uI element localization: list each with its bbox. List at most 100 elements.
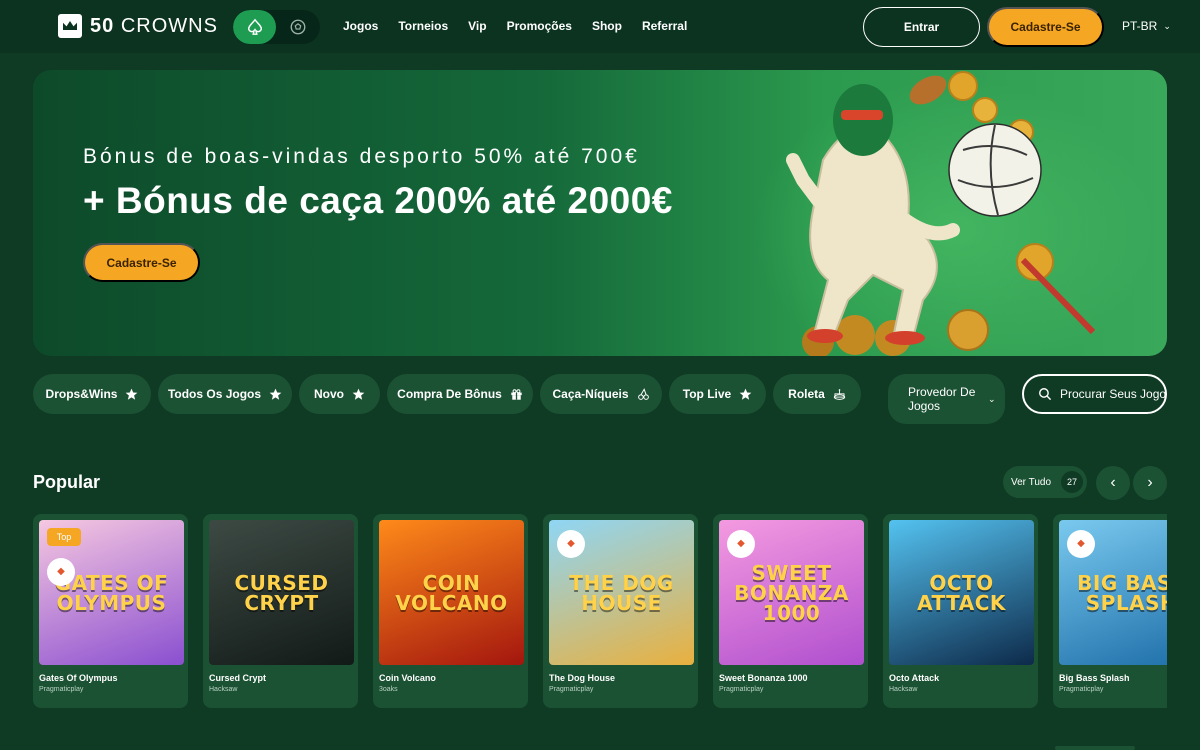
- star-icon: [269, 388, 282, 400]
- game-name: Cursed Crypt: [209, 673, 267, 683]
- drops-wins-badge-icon: ◆: [557, 530, 585, 558]
- main-nav: Jogos Torneios Vip Promoções Shop Referr…: [343, 19, 687, 33]
- game-card[interactable]: Big Bass Splash ◆ Big Bass Splash Pragmatic…: [1053, 514, 1167, 708]
- game-name: The Dog House: [549, 673, 616, 683]
- filter-novo[interactable]: Novo: [299, 374, 380, 414]
- game-thumbnail-title: Big Bass Splash: [1077, 570, 1167, 615]
- gift-icon: [511, 388, 522, 400]
- hero-signup-button[interactable]: Cadastre-Se: [83, 243, 200, 282]
- provider-dropdown[interactable]: Provedor De Jogos ⌄: [888, 374, 1005, 424]
- popular-games-carousel: Gates of Olympus Top ◆ Gates Of Olympus Prag…: [33, 514, 1167, 710]
- hero-subtitle: Bónus de boas-vindas desporto 50% até 70…: [83, 145, 640, 168]
- cherries-icon: [637, 387, 649, 400]
- language-label: PT-BR: [1122, 19, 1158, 33]
- search-icon: [1039, 388, 1052, 401]
- chip-label: Caça-Níqueis: [552, 387, 629, 401]
- chevron-down-icon: ⌄: [1163, 20, 1171, 31]
- star-icon: [126, 388, 138, 400]
- game-thumbnail[interactable]: Big Bass Splash ◆: [1059, 520, 1167, 665]
- filter-todos-os-jogos[interactable]: Todos Os Jogos: [158, 374, 292, 414]
- game-name: Octo Attack: [889, 673, 940, 683]
- hero-banner[interactable]: Bónus de boas-vindas desporto 50% até 70…: [33, 70, 1167, 356]
- game-card[interactable]: Octo Attack Octo Attack Hacksaw: [883, 514, 1038, 708]
- chip-label: Top Live: [682, 387, 732, 401]
- search-input[interactable]: [1060, 387, 1165, 401]
- chip-label: Drops&Wins: [45, 387, 118, 401]
- game-thumbnail[interactable]: Octo Attack: [889, 520, 1034, 665]
- language-selector[interactable]: PT-BR ⌄: [1122, 19, 1171, 33]
- section-title-popular: Popular: [33, 472, 101, 492]
- chip-label: Roleta: [788, 387, 825, 401]
- game-card[interactable]: Sweet Bonanza 1000 ◆ Sweet Bonanza 1000 Pra…: [713, 514, 868, 708]
- game-provider: Pragmaticplay: [1059, 686, 1104, 693]
- nav-vip[interactable]: Vip: [468, 19, 486, 33]
- game-thumbnail-title: Cursed Crypt: [234, 570, 329, 615]
- provider-label: Provedor De Jogos: [908, 385, 976, 413]
- crown-icon: [58, 14, 82, 38]
- game-thumbnail[interactable]: Coin Volcano: [379, 520, 524, 665]
- game-thumbnail-title: Coin Volcano: [395, 570, 508, 615]
- nav-torneios[interactable]: Torneios: [398, 19, 448, 33]
- chip-label: Todos Os Jogos: [167, 387, 262, 401]
- nav-shop[interactable]: Shop: [592, 19, 622, 33]
- logo[interactable]: 50 CROWNS: [58, 14, 218, 38]
- next-arrow-button[interactable]: ›: [1133, 466, 1167, 500]
- game-provider: Hacksaw: [209, 686, 238, 693]
- drops-wins-badge-icon: ◆: [47, 558, 75, 586]
- game-provider: 3oaks: [379, 686, 398, 693]
- game-thumbnail-title: Octo Attack: [917, 570, 1006, 615]
- star-icon: [739, 388, 752, 400]
- game-thumbnail-title: Sweet Bonanza 1000: [734, 560, 849, 625]
- filter-compra-de-bonus[interactable]: Compra De Bônus: [387, 374, 533, 414]
- game-provider: Pragmaticplay: [719, 686, 764, 693]
- game-card[interactable]: The Dog House ◆ The Dog House Pragmaticplay: [543, 514, 698, 708]
- game-provider: Pragmaticplay: [549, 686, 594, 693]
- game-name: Big Bass Splash: [1059, 673, 1130, 683]
- casino-mode-button[interactable]: [233, 10, 276, 44]
- game-card[interactable]: Coin Volcano Coin Volcano 3oaks: [373, 514, 528, 708]
- chevron-left-icon: ‹: [1110, 474, 1116, 491]
- logo-number: 50: [90, 14, 115, 37]
- game-provider: Pragmaticplay: [39, 686, 84, 693]
- signup-button[interactable]: Cadastre-Se: [987, 7, 1104, 47]
- games-count-badge: 27: [1061, 471, 1084, 493]
- star-icon: [352, 388, 365, 400]
- filter-roleta[interactable]: Roleta: [773, 374, 861, 414]
- game-card[interactable]: Gates of Olympus Top ◆ Gates Of Olympus Prag…: [33, 514, 188, 708]
- drops-wins-badge-icon: ◆: [1067, 530, 1095, 558]
- chip-label: Compra De Bônus: [397, 387, 502, 401]
- prev-arrow-button[interactable]: ‹: [1096, 466, 1130, 500]
- hero-character-illustration: [753, 71, 1153, 356]
- spade-icon: [247, 18, 262, 35]
- game-thumbnail[interactable]: The Dog House ◆: [549, 520, 694, 665]
- game-thumbnail[interactable]: Cursed Crypt: [209, 520, 354, 665]
- soccer-ball-icon: [290, 19, 305, 35]
- login-button[interactable]: Entrar: [863, 7, 980, 47]
- sport-mode-button[interactable]: [276, 10, 319, 44]
- nav-referral[interactable]: Referral: [642, 19, 687, 33]
- game-thumbnail-title: The Dog House: [569, 570, 674, 615]
- chip-label: Novo: [314, 387, 344, 401]
- hero-title: + Bónus de caça 200% até 2000€: [83, 180, 673, 221]
- logo-word: CROWNS: [120, 14, 218, 37]
- game-thumbnail[interactable]: Gates of Olympus Top ◆: [39, 520, 184, 665]
- game-name: Gates Of Olympus: [39, 673, 118, 683]
- next-section-peek: [1055, 746, 1135, 750]
- nav-promocoes[interactable]: Promoções: [507, 19, 572, 33]
- drops-wins-badge-icon: ◆: [727, 530, 755, 558]
- nav-jogos[interactable]: Jogos: [343, 19, 378, 33]
- top-badge: Top: [47, 528, 81, 546]
- chevron-down-icon: ⌄: [988, 394, 996, 404]
- top-header: 50 CROWNS Jogos Torneios Vip Promoções S…: [0, 0, 1200, 53]
- filter-caca-niqueis[interactable]: Caça-Níqueis: [540, 374, 662, 414]
- view-all-button[interactable]: Ver Tudo 27: [1003, 466, 1087, 498]
- game-name: Sweet Bonanza 1000: [719, 673, 808, 683]
- filter-top-live[interactable]: Top Live: [669, 374, 766, 414]
- filter-drops-wins[interactable]: Drops&Wins: [33, 374, 151, 414]
- search-box: [1022, 374, 1167, 414]
- game-thumbnail[interactable]: Sweet Bonanza 1000 ◆: [719, 520, 864, 665]
- game-card[interactable]: Cursed Crypt Cursed Crypt Hacksaw: [203, 514, 358, 708]
- game-provider: Hacksaw: [889, 686, 918, 693]
- view-all-label: Ver Tudo: [1011, 476, 1052, 488]
- casino-sport-toggle: [233, 10, 320, 44]
